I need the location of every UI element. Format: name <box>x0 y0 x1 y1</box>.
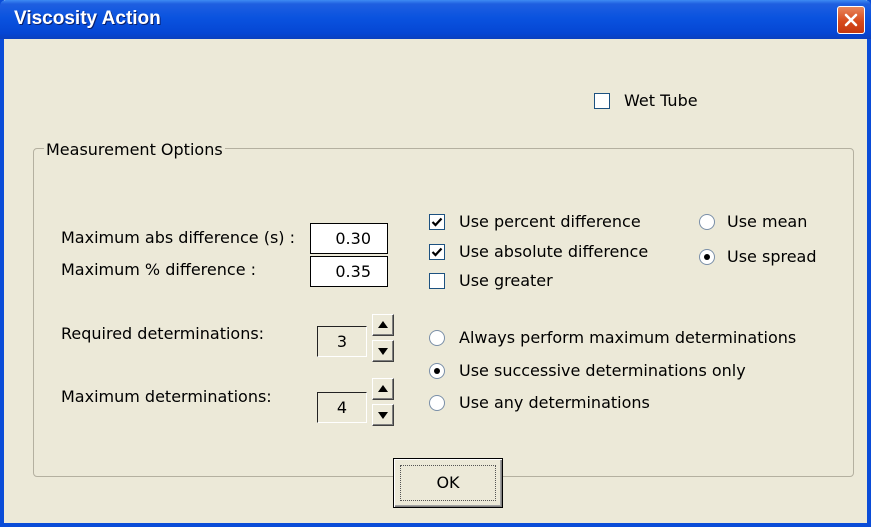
close-button[interactable] <box>837 6 865 34</box>
use-mean-label[interactable]: Use mean <box>727 212 807 231</box>
arrow-down-icon <box>378 348 388 355</box>
checkmark-icon <box>431 247 443 257</box>
any-determinations-label[interactable]: Use any determinations <box>459 393 650 412</box>
maximum-determinations-up-button[interactable] <box>372 378 394 400</box>
required-determinations-label: Required determinations: <box>61 324 265 343</box>
use-absolute-difference-label[interactable]: Use absolute difference <box>459 242 648 261</box>
use-spread-radio[interactable] <box>699 249 715 265</box>
arrow-up-icon <box>378 385 388 392</box>
arrow-down-icon <box>378 412 388 419</box>
maximum-determinations-down-button[interactable] <box>372 404 394 426</box>
window-title: Viscosity Action <box>14 8 161 29</box>
use-percent-difference-checkbox[interactable] <box>429 214 445 230</box>
close-icon <box>844 13 858 27</box>
required-determinations-up-button[interactable] <box>372 314 394 336</box>
use-greater-label[interactable]: Use greater <box>459 271 553 290</box>
max-pct-difference-label: Maximum % difference : <box>61 260 257 279</box>
use-absolute-difference-checkbox[interactable] <box>429 244 445 260</box>
checkmark-icon <box>431 217 443 227</box>
dialog-body: Wet Tube Measurement Options Maximum abs… <box>4 39 867 523</box>
always-max-determinations-radio[interactable] <box>429 330 445 346</box>
wet-tube-label[interactable]: Wet Tube <box>624 91 698 110</box>
any-determinations-radio[interactable] <box>429 395 445 411</box>
required-determinations-down-button[interactable] <box>372 340 394 362</box>
ok-focus-rect <box>400 465 496 501</box>
arrow-up-icon <box>378 321 388 328</box>
successive-determinations-label[interactable]: Use successive determinations only <box>459 361 746 380</box>
successive-determinations-radio[interactable] <box>429 363 445 379</box>
max-pct-difference-input[interactable]: 0.35 <box>310 256 388 287</box>
measurement-options-label: Measurement Options <box>44 140 225 159</box>
max-abs-difference-label: Maximum abs difference (s) : <box>61 228 296 247</box>
maximum-determinations-value[interactable]: 4 <box>317 392 367 423</box>
use-percent-difference-label[interactable]: Use percent difference <box>459 212 641 231</box>
required-determinations-value[interactable]: 3 <box>317 326 367 357</box>
maximum-determinations-label: Maximum determinations: <box>61 387 272 406</box>
max-abs-difference-input[interactable]: 0.30 <box>310 223 388 254</box>
use-greater-checkbox[interactable] <box>429 273 445 289</box>
use-spread-label[interactable]: Use spread <box>727 247 817 266</box>
measurement-options-group <box>33 148 854 477</box>
use-mean-radio[interactable] <box>699 214 715 230</box>
viscosity-action-dialog: Viscosity Action Wet Tube Measurement Op… <box>0 0 871 527</box>
wet-tube-checkbox[interactable] <box>594 93 610 109</box>
always-max-determinations-label[interactable]: Always perform maximum determinations <box>459 328 796 347</box>
title-bar[interactable]: Viscosity Action <box>0 0 871 39</box>
